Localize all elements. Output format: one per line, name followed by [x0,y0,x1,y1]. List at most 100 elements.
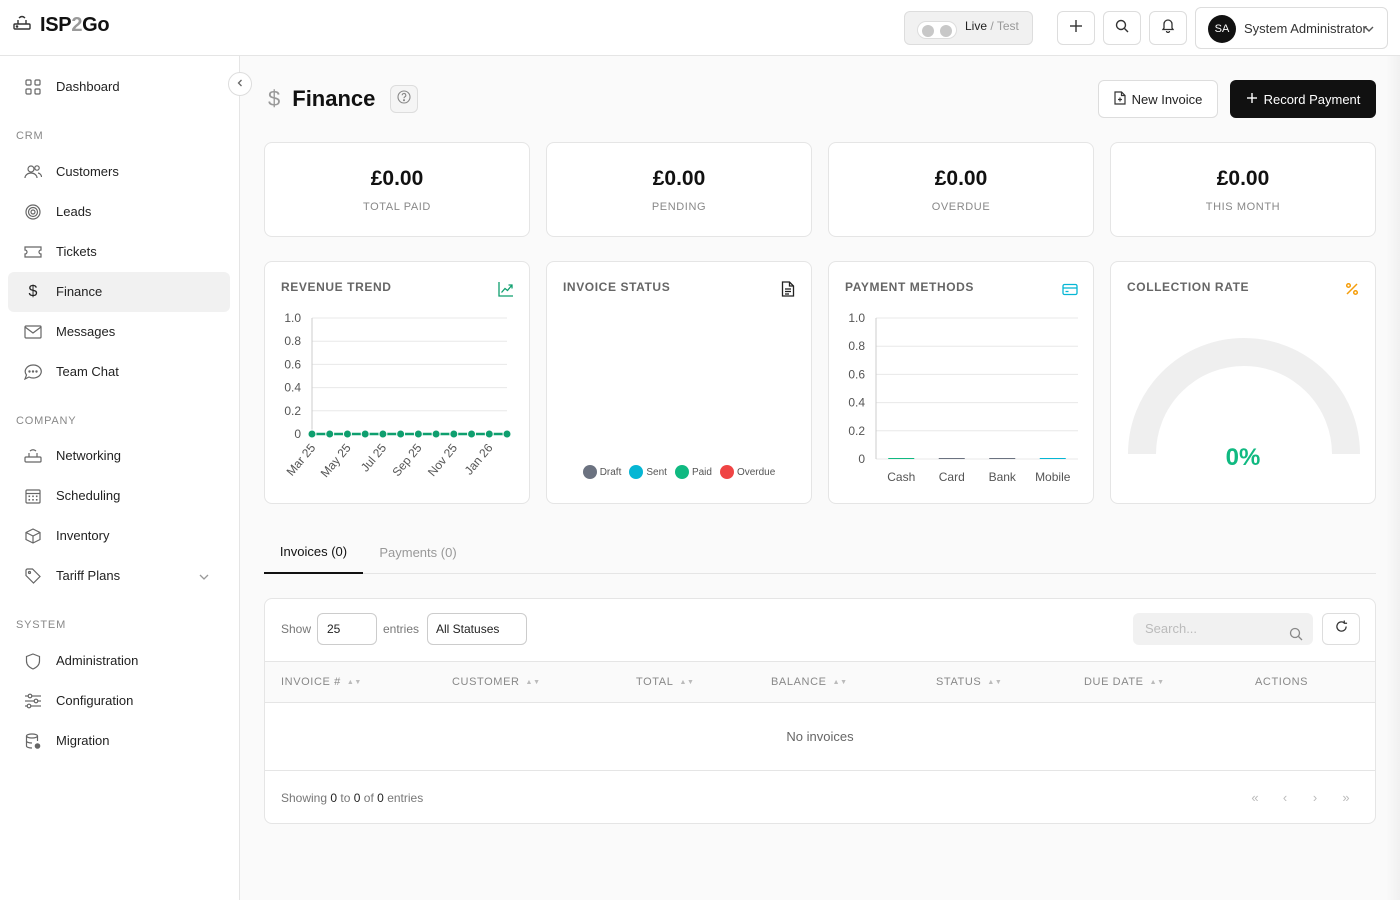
column-header-status[interactable]: STATUS ▲▼ [936,676,1002,688]
sidebar-item-dashboard[interactable]: Dashboard [8,67,230,107]
column-header-balance[interactable]: BALANCE ▲▼ [771,676,848,688]
sidebar-item-label: Dashboard [56,79,120,94]
column-label: DUE DATE [1084,676,1144,688]
sort-icon: ▲▼ [832,678,848,686]
first-page-button[interactable]: « [1244,787,1266,807]
section-title-system: SYSTEM [16,619,67,631]
tab-payments[interactable]: Payments (0) [371,530,465,574]
bar [888,458,915,459]
last-page-button[interactable]: » [1335,787,1357,807]
box-icon [24,527,42,545]
search-button[interactable] [1103,11,1141,45]
sidebar-item-label: Team Chat [56,364,119,379]
avatar: SA [1208,15,1236,43]
legend-label: Overdue [736,466,776,478]
sidebar: Dashboard CRM Customers Leads Tickets $ … [0,56,240,900]
help-button[interactable] [390,85,418,113]
entries-per-page-input[interactable]: 25 [317,613,377,645]
sidebar-item-administration[interactable]: Administration [8,641,230,681]
stat-value: £0.00 [370,167,424,190]
pagination-of-word: of [363,791,374,805]
chevron-left-icon: ‹ [1282,789,1288,805]
legend-item[interactable]: Draft [582,465,622,479]
sidebar-item-label: Scheduling [56,488,121,503]
sidebar-item-migration[interactable]: Migration [8,721,230,761]
entries-label: entries [383,622,420,636]
status-filter-select[interactable]: All Statuses [427,613,527,645]
logo[interactable]: ISP2Go [12,14,110,37]
sidebar-item-configuration[interactable]: Configuration [8,681,230,721]
invoice-status-legend: Draft Sent Paid Overdue [547,465,811,479]
sidebar-item-scheduling[interactable]: Scheduling [8,476,230,516]
column-header-customer[interactable]: CUSTOMER ▲▼ [452,676,541,688]
new-invoice-button[interactable]: New Invoice [1098,80,1218,118]
revenue-trend-card: REVENUE TREND 0 0.2 0.4 0.6 0.8 1.0 Mar 25 May … [264,261,530,504]
stat-label: THIS MONTH [1205,201,1281,213]
tab-invoices[interactable]: Invoices (0) [264,530,363,574]
legend-label: Sent [646,466,667,478]
legend-item[interactable]: Sent [629,465,667,479]
sidebar-item-label: Inventory [56,528,110,543]
previous-page-button[interactable]: ‹ [1274,787,1296,807]
sidebar-item-leads[interactable]: Leads [8,192,230,232]
stat-card-total-paid: £0.00 TOTAL PAID [264,142,530,237]
bell-icon [1161,18,1175,38]
user-menu-button[interactable]: SA System Administrator [1195,7,1388,49]
sidebar-item-messages[interactable]: Messages [8,312,230,352]
section-title-company: COMPANY [16,415,77,427]
sidebar-item-networking[interactable]: Networking [8,436,230,476]
chat-icon [24,363,42,381]
refresh-button[interactable] [1322,613,1360,645]
live-test-toggle[interactable]: Live / Test [904,11,1033,45]
sidebar-item-label: Customers [56,164,119,179]
legend-swatch [674,465,689,479]
legend-item[interactable]: Overdue [719,465,776,479]
column-label: STATUS [936,676,982,688]
x-tick-label: Jan 26 [462,441,496,478]
sidebar-item-inventory[interactable]: Inventory [8,516,230,556]
stat-label: OVERDUE [931,201,991,213]
column-header-total[interactable]: TOTAL ▲▼ [636,676,695,688]
target-icon [24,203,42,221]
y-tick-label: 0 [294,427,301,441]
shield-icon [24,652,42,670]
pagination-total: 0 [377,791,384,805]
data-point [467,429,477,439]
data-point [502,429,512,439]
dollar-icon: $ [28,283,38,300]
add-button[interactable] [1057,11,1095,45]
sidebar-item-tickets[interactable]: Tickets [8,232,230,272]
y-tick-label: 1.0 [848,311,865,325]
search-icon [1289,621,1303,653]
sidebar-item-team-chat[interactable]: Team Chat [8,352,230,392]
stat-value: £0.00 [1216,167,1270,190]
sidebar-item-customers[interactable]: Customers [8,152,230,192]
sidebar-item-label: Leads [56,204,92,219]
legend-label: Draft [599,466,622,478]
gauge-track [1128,338,1360,455]
chart-title: INVOICE STATUS [563,280,671,294]
column-label: BALANCE [771,676,827,688]
chevrons-right-icon: » [1342,789,1350,805]
sidebar-item-tariff-plans[interactable]: Tariff Plans [8,556,230,596]
y-tick-label: 0.4 [284,381,301,395]
stat-card-pending: £0.00 PENDING [546,142,812,237]
chevron-left-icon [235,75,245,93]
invoices-table-card: Show 25 entries All Statuses Search... I… [264,598,1376,824]
record-payment-button[interactable]: Record Payment [1230,80,1376,118]
pagination-from: 0 [330,791,338,805]
logo-text: ISP2Go [40,14,110,37]
chevrons-left-icon: « [1251,789,1259,805]
sidebar-item-finance[interactable]: $ Finance [8,272,230,312]
page-title: Finance [292,86,376,111]
toggle-switch[interactable] [917,21,957,39]
stat-value: £0.00 [652,167,706,190]
notifications-button[interactable] [1149,11,1187,45]
sidebar-collapse-button[interactable] [228,72,252,96]
legend-item[interactable]: Paid [674,465,712,479]
column-header-due-date[interactable]: DUE DATE ▲▼ [1084,676,1165,688]
search-input[interactable]: Search... [1133,613,1313,645]
pagination-suffix: entries [387,791,424,805]
next-page-button[interactable]: › [1304,787,1326,807]
column-header-invoice[interactable]: INVOICE # ▲▼ [281,676,362,688]
